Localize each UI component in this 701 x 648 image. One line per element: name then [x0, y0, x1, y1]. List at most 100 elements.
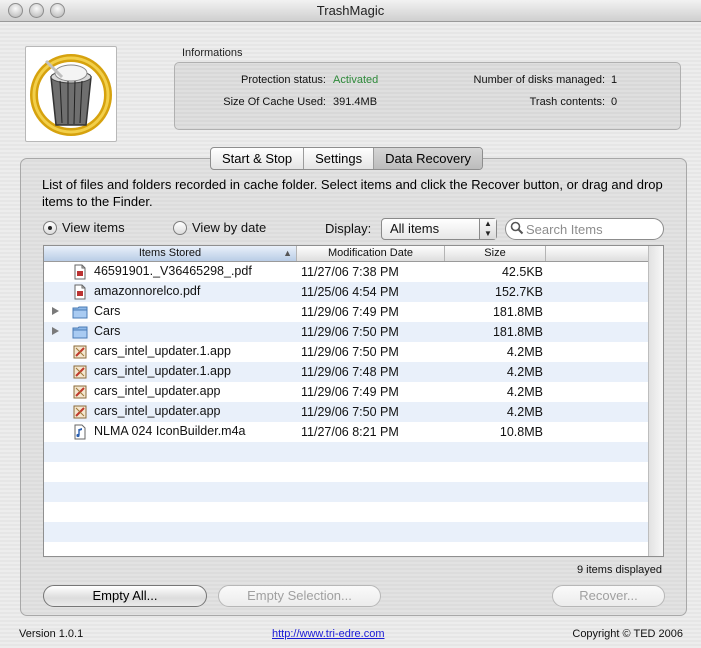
recover-button[interactable]: Recover...	[552, 585, 665, 607]
table-row[interactable]: cars_intel_updater.1.app 11/29/06 7:48 PM…	[44, 362, 650, 382]
cache-size-value: 391.4MB	[333, 96, 378, 108]
table-row[interactable]: cars_intel_updater.app 11/29/06 7:49 PM 4.…	[44, 382, 650, 402]
table-row[interactable]: Cars 11/29/06 7:49 PM 181.8MB	[44, 302, 650, 322]
column-header-items-stored[interactable]: Items Stored ▲	[44, 246, 297, 261]
cell-size: 4.2MB	[506, 345, 543, 359]
cell-modification-date: 11/29/06 7:50 PM	[301, 345, 399, 359]
empty-selection-button[interactable]: Empty Selection...	[218, 585, 381, 607]
info-panel: Protection status: Activated Size Of Cac…	[174, 62, 681, 130]
disclosure-triangle-icon[interactable]	[52, 327, 59, 335]
app-icon	[72, 404, 88, 420]
cell-size: 181.8MB	[492, 325, 543, 339]
cell-size: 4.2MB	[506, 405, 543, 419]
cache-size-label: Size Of Cache Used:	[223, 96, 326, 108]
copyright-text: Copyright © TED 2006	[572, 628, 683, 640]
trash-contents-label: Trash contents:	[529, 96, 605, 108]
item-name-text: cars_intel_updater.app	[94, 384, 221, 398]
display-popup[interactable]: All items ▲ ▼	[381, 218, 497, 240]
pdf-file-icon	[72, 284, 88, 300]
disks-managed-label: Number of disks managed:	[473, 74, 605, 86]
folder-icon	[72, 324, 88, 340]
column-header-size[interactable]: Size	[445, 246, 546, 261]
empty-table-row	[44, 462, 650, 482]
empty-table-row	[44, 482, 650, 502]
tab-settings[interactable]: Settings	[304, 148, 375, 169]
cell-item-name: Cars	[44, 322, 297, 342]
items-count: 9 items displayed	[577, 564, 662, 576]
table-row[interactable]: amazonnorelco.pdf 11/25/06 4:54 PM 152.7KB	[44, 282, 650, 302]
cell-item-name: cars_intel_updater.1.app	[44, 362, 297, 382]
item-name-text: Cars	[94, 324, 121, 338]
cell-item-name: cars_intel_updater.1.app	[44, 342, 297, 362]
cell-size: 10.8MB	[499, 425, 543, 439]
cell-size: 152.7KB	[495, 285, 543, 299]
table-row[interactable]: cars_intel_updater.app 11/29/06 7:50 PM 4.…	[44, 402, 650, 422]
cell-modification-date: 11/29/06 7:49 PM	[301, 305, 399, 319]
cell-item-name: 46591901._V36465298_.pdf	[44, 262, 297, 282]
table-row[interactable]: 46591901._V36465298_.pdf 11/27/06 7:38 PM…	[44, 262, 650, 282]
audio-file-icon	[72, 424, 88, 440]
table-row[interactable]: NLMA 024 IconBuilder.m4a 11/27/06 8:21 PM…	[44, 422, 650, 442]
column-header-modification-date[interactable]: Modification Date	[297, 246, 445, 261]
tab-bar: Start & Stop Settings Data Recovery	[210, 147, 484, 170]
app-icon	[72, 344, 88, 360]
trashmagic-logo-icon	[25, 46, 117, 142]
empty-table-row	[44, 522, 650, 542]
item-name-text: cars_intel_updater.app	[94, 404, 221, 418]
empty-table-row	[44, 542, 650, 556]
empty-all-button[interactable]: Empty All...	[43, 585, 207, 607]
cell-modification-date: 11/29/06 7:49 PM	[301, 385, 399, 399]
empty-table-row	[44, 502, 650, 522]
vertical-scrollbar[interactable]	[648, 246, 663, 556]
display-label: Display:	[325, 221, 372, 236]
cell-item-name: cars_intel_updater.app	[44, 402, 297, 422]
website-link[interactable]: http://www.tri-edre.com	[272, 628, 384, 640]
view-by-date-label: View by date	[192, 220, 267, 235]
cell-item-name: NLMA 024 IconBuilder.m4a	[44, 422, 297, 442]
tab-data-recovery[interactable]: Data Recovery	[374, 148, 483, 169]
items-table[interactable]: Items Stored ▲ Modification Date Size 46…	[43, 245, 664, 557]
view-items-label: View items	[62, 220, 125, 235]
table-header: Items Stored ▲ Modification Date Size	[44, 246, 650, 262]
version-text: Version 1.0.1	[19, 628, 84, 640]
pdf-file-icon	[72, 264, 88, 280]
cell-modification-date: 11/27/06 8:21 PM	[301, 425, 399, 439]
cell-size: 4.2MB	[506, 385, 543, 399]
window-title: TrashMagic	[316, 3, 385, 18]
empty-table-row	[44, 442, 650, 462]
info-section-label: Informations	[182, 47, 243, 59]
cell-modification-date: 11/29/06 7:50 PM	[301, 405, 399, 419]
table-body: 46591901._V36465298_.pdf 11/27/06 7:38 PM…	[44, 262, 650, 556]
search-icon	[510, 221, 524, 235]
instructions-text: List of files and folders recorded in ca…	[42, 177, 663, 209]
table-row[interactable]: Cars 11/29/06 7:50 PM 181.8MB	[44, 322, 650, 342]
app-icon	[72, 384, 88, 400]
cell-item-name: amazonnorelco.pdf	[44, 282, 297, 302]
item-name-text: NLMA 024 IconBuilder.m4a	[94, 424, 246, 438]
disclosure-triangle-icon[interactable]	[52, 307, 59, 315]
app-icon	[72, 364, 88, 380]
title-bar: TrashMagic	[0, 0, 701, 22]
radio-unselected-icon	[173, 220, 187, 235]
cell-size: 42.5KB	[501, 265, 543, 279]
radio-selected-icon	[43, 220, 57, 235]
table-row[interactable]: cars_intel_updater.1.app 11/29/06 7:50 PM…	[44, 342, 650, 362]
tab-start-stop[interactable]: Start & Stop	[211, 148, 305, 169]
item-name-text: Cars	[94, 304, 121, 318]
folder-icon	[72, 304, 88, 320]
up-down-arrows-icon: ▲ ▼	[479, 219, 496, 239]
column-header-empty	[546, 246, 650, 261]
disks-managed-value: 1	[611, 74, 618, 86]
cell-modification-date: 11/25/06 4:54 PM	[301, 285, 399, 299]
view-items-radio[interactable]: View items	[43, 220, 125, 235]
trash-contents-value: 0	[611, 96, 618, 108]
item-name-text: 46591901._V36465298_.pdf	[94, 264, 252, 278]
protection-status-label: Protection status:	[241, 74, 326, 86]
cell-modification-date: 11/29/06 7:50 PM	[301, 325, 399, 339]
search-input[interactable]	[505, 218, 664, 240]
item-name-text: amazonnorelco.pdf	[94, 284, 201, 298]
cell-modification-date: 11/27/06 7:38 PM	[301, 265, 399, 279]
cell-size: 181.8MB	[492, 305, 543, 319]
item-name-text: cars_intel_updater.1.app	[94, 344, 231, 358]
view-by-date-radio[interactable]: View by date	[173, 220, 266, 235]
